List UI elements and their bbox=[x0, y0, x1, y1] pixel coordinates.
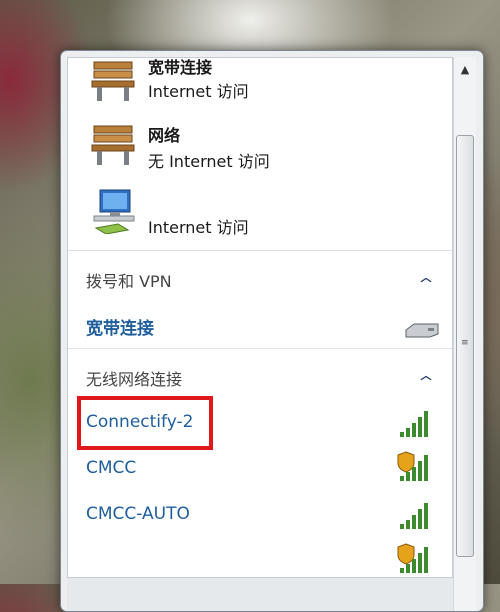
group-title-wireless: 无线网络连接 bbox=[86, 370, 183, 389]
bench-network-icon bbox=[91, 61, 135, 101]
connection-item-lan[interactable]: Internet 访问 bbox=[68, 182, 452, 244]
secured-wifi-signal-icon bbox=[397, 451, 428, 481]
wifi-signal-icon bbox=[400, 411, 428, 437]
wifi-network-label[interactable]: CMCC bbox=[86, 458, 136, 478]
divider bbox=[68, 250, 452, 251]
dialup-item-label[interactable]: 宽带连接 bbox=[86, 314, 154, 339]
divider bbox=[68, 348, 452, 349]
collapse-icon[interactable]: ︿ bbox=[418, 368, 434, 384]
scroll-up-arrow-icon[interactable]: ▲ bbox=[455, 59, 475, 81]
connection-status: 无 Internet 访问 bbox=[148, 152, 270, 171]
scrollbar-thumb[interactable]: ≡ bbox=[456, 135, 474, 557]
wifi-signal-icon bbox=[400, 503, 428, 529]
connection-name: 网络 bbox=[148, 126, 181, 145]
connection-name: 宽带连接 bbox=[148, 58, 213, 77]
group-title-dialup: 拨号和 VPN bbox=[86, 272, 172, 291]
scrollbar[interactable]: ▲ ≡ bbox=[453, 57, 476, 611]
connection-item-network[interactable]: 网络 无 Internet 访问 bbox=[68, 116, 452, 178]
network-flyout: 宽带连接 Internet 访问 网络 无 Internet 访问 Intern… bbox=[60, 50, 484, 612]
grip-icon: ≡ bbox=[461, 338, 469, 348]
modem-icon bbox=[405, 323, 439, 338]
connection-status: Internet 访问 bbox=[148, 218, 249, 237]
secured-wifi-signal-icon bbox=[397, 543, 428, 573]
flyout-footer bbox=[67, 577, 453, 611]
connection-item-broadband[interactable]: 宽带连接 Internet 访问 bbox=[68, 58, 452, 108]
computer-network-icon bbox=[93, 189, 135, 234]
dialup-item-broadband[interactable]: 宽带连接 bbox=[68, 302, 452, 346]
wifi-network-label[interactable]: CMCC-AUTO bbox=[86, 504, 190, 524]
wifi-network-item[interactable]: CMCC-AUTO bbox=[68, 494, 452, 538]
connection-status: Internet 访问 bbox=[148, 82, 249, 101]
wifi-network-item[interactable]: CMCC bbox=[68, 448, 452, 492]
collapse-icon[interactable]: ︿ bbox=[418, 270, 434, 286]
bench-network-icon bbox=[91, 125, 135, 165]
network-list-panel: 宽带连接 Internet 访问 网络 无 Internet 访问 Intern… bbox=[67, 57, 453, 611]
annotation-highlight-box bbox=[77, 396, 213, 450]
